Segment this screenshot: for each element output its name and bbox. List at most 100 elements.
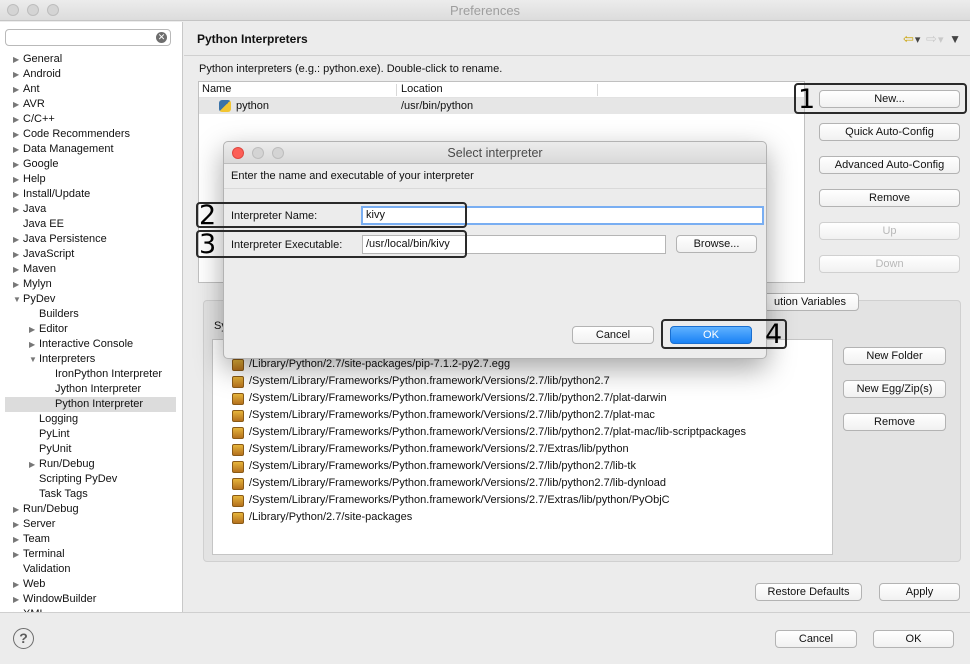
collapsed-arrow-icon[interactable]: ▶ (29, 457, 37, 472)
sidebar-item[interactable]: ▶ Run/Debug (0, 457, 182, 472)
sidebar-item[interactable]: ▶ Interactive Console (0, 337, 182, 352)
sidebar-item[interactable]: ▶ Terminal (0, 547, 182, 562)
apply-button[interactable]: Apply (879, 583, 960, 601)
collapsed-arrow-icon[interactable]: ▶ (13, 172, 21, 187)
collapsed-arrow-icon[interactable]: ▶ (13, 232, 21, 247)
library-folder-icon (232, 393, 244, 405)
clear-filter-icon[interactable]: ✕ (156, 32, 167, 43)
sidebar-item[interactable]: ▶ Java (0, 202, 182, 217)
expanded-arrow-icon[interactable]: ▼ (13, 292, 21, 307)
collapsed-arrow-icon[interactable]: ▶ (13, 67, 21, 82)
sidebar-item[interactable]: ▶ WindowBuilder (0, 592, 182, 607)
quick-auto-config-button[interactable]: Quick Auto-Config (819, 123, 960, 141)
collapsed-arrow-icon[interactable]: ▶ (29, 322, 37, 337)
help-icon[interactable]: ? (13, 628, 34, 649)
sidebar-item[interactable]: Python Interpreter (5, 397, 176, 412)
list-item[interactable]: /System/Library/Frameworks/Python.framew… (232, 492, 670, 509)
collapsed-arrow-icon[interactable]: ▶ (13, 202, 21, 217)
restore-defaults-button[interactable]: Restore Defaults (755, 583, 862, 601)
sidebar-item[interactable]: ▶ Editor (0, 322, 182, 337)
move-down-button[interactable]: Down (819, 255, 960, 273)
sidebar-item[interactable]: ▶ Code Recommenders (0, 127, 182, 142)
sidebar-item[interactable]: ▶ Maven (0, 262, 182, 277)
expanded-arrow-icon[interactable]: ▼ (29, 352, 37, 367)
sidebar-item[interactable]: Validation (0, 562, 182, 577)
collapsed-arrow-icon[interactable]: ▶ (13, 142, 21, 157)
cancel-button[interactable]: Cancel (775, 630, 857, 648)
column-header-name[interactable]: Name (202, 82, 231, 97)
sidebar-item[interactable]: ▼ Interpreters (0, 352, 182, 367)
sidebar-item[interactable]: Jython Interpreter (0, 382, 182, 397)
view-menu-icon[interactable]: ▼ (949, 32, 962, 46)
collapsed-arrow-icon[interactable]: ▶ (13, 532, 21, 547)
table-row[interactable]: python /usr/bin/python (199, 98, 804, 114)
back-arrow-icon[interactable]: ⇦ (903, 31, 915, 46)
sidebar-item[interactable]: Scripting PyDev (0, 472, 182, 487)
sidebar-item[interactable]: IronPython Interpreter (0, 367, 182, 382)
advanced-auto-config-button[interactable]: Advanced Auto-Config (819, 156, 960, 174)
sidebar-item[interactable]: Java EE (0, 217, 182, 232)
sidebar-item[interactable]: ▶ Ant (0, 82, 182, 97)
remove-path-button[interactable]: Remove (843, 413, 946, 431)
collapsed-arrow-icon[interactable]: ▶ (13, 127, 21, 142)
sidebar-item-label: Help (23, 173, 46, 185)
filter-input[interactable]: ✕ (5, 29, 171, 46)
collapsed-arrow-icon[interactable]: ▶ (13, 187, 21, 202)
pythonpath-list[interactable]: /Library/Python/2.7/site-packages/pip-7.… (212, 339, 833, 555)
sidebar-item[interactable]: Logging (0, 412, 182, 427)
list-item[interactable]: /System/Library/Frameworks/Python.framew… (232, 407, 655, 424)
sidebar-item[interactable]: ▶ Web (0, 577, 182, 592)
collapsed-arrow-icon[interactable]: ▶ (13, 262, 21, 277)
forward-arrow-icon[interactable]: ⇨ (926, 31, 938, 46)
sidebar-item[interactable]: ▶ Java Persistence (0, 232, 182, 247)
back-dropdown-icon[interactable]: ▾ (915, 34, 922, 46)
sidebar-item[interactable]: Builders (0, 307, 182, 322)
sidebar-item[interactable]: ▶ Help (0, 172, 182, 187)
sidebar-item[interactable]: ▶ Server (0, 517, 182, 532)
sidebar-item[interactable]: ▶ JavaScript (0, 247, 182, 262)
list-item[interactable]: /System/Library/Frameworks/Python.framew… (232, 424, 746, 441)
collapsed-arrow-icon[interactable]: ▶ (13, 112, 21, 127)
sidebar-item[interactable]: PyLint (0, 427, 182, 442)
remove-interpreter-button[interactable]: Remove (819, 189, 960, 207)
sidebar-item[interactable]: ▶ Run/Debug (0, 502, 182, 517)
list-item[interactable]: /Library/Python/2.7/site-packages (232, 509, 412, 526)
forward-dropdown-icon[interactable]: ▾ (938, 34, 945, 46)
list-item[interactable]: /System/Library/Frameworks/Python.framew… (232, 458, 636, 475)
collapsed-arrow-icon[interactable]: ▶ (13, 577, 21, 592)
sidebar-item[interactable]: ▶ C/C++ (0, 112, 182, 127)
dialog-cancel-button[interactable]: Cancel (572, 326, 654, 344)
sidebar-item[interactable]: Task Tags (0, 487, 182, 502)
sidebar-item[interactable]: ▼ PyDev (0, 292, 182, 307)
move-up-button[interactable]: Up (819, 222, 960, 240)
sidebar-item[interactable]: PyUnit (0, 442, 182, 457)
collapsed-arrow-icon[interactable]: ▶ (13, 52, 21, 67)
collapsed-arrow-icon[interactable]: ▶ (13, 547, 21, 562)
sidebar-item[interactable]: ▶ Team (0, 532, 182, 547)
collapsed-arrow-icon[interactable]: ▶ (13, 502, 21, 517)
ok-button[interactable]: OK (873, 630, 954, 648)
collapsed-arrow-icon[interactable]: ▶ (29, 337, 37, 352)
collapsed-arrow-icon[interactable]: ▶ (13, 517, 21, 532)
sidebar-item[interactable]: ▶ Google (0, 157, 182, 172)
list-item[interactable]: /System/Library/Frameworks/Python.framew… (232, 441, 629, 458)
collapsed-arrow-icon[interactable]: ▶ (13, 97, 21, 112)
collapsed-arrow-icon[interactable]: ▶ (13, 277, 21, 292)
list-item[interactable]: /System/Library/Frameworks/Python.framew… (232, 475, 666, 492)
list-item[interactable]: /System/Library/Frameworks/Python.framew… (232, 390, 667, 407)
collapsed-arrow-icon[interactable]: ▶ (13, 592, 21, 607)
sidebar-item[interactable]: ▶ Mylyn (0, 277, 182, 292)
browse-button[interactable]: Browse... (676, 235, 757, 253)
collapsed-arrow-icon[interactable]: ▶ (13, 82, 21, 97)
new-egg-zip-button[interactable]: New Egg/Zip(s) (843, 380, 946, 398)
sidebar-item[interactable]: ▶ AVR (0, 97, 182, 112)
new-folder-button[interactable]: New Folder (843, 347, 946, 365)
collapsed-arrow-icon[interactable]: ▶ (13, 157, 21, 172)
list-item[interactable]: /System/Library/Frameworks/Python.framew… (232, 373, 610, 390)
sidebar-item[interactable]: ▶ Android (0, 67, 182, 82)
sidebar-item[interactable]: ▶ Install/Update (0, 187, 182, 202)
sidebar-item[interactable]: ▶ Data Management (0, 142, 182, 157)
collapsed-arrow-icon[interactable]: ▶ (13, 247, 21, 262)
sidebar-item[interactable]: ▶ General (0, 52, 182, 67)
column-header-location[interactable]: Location (401, 82, 443, 97)
